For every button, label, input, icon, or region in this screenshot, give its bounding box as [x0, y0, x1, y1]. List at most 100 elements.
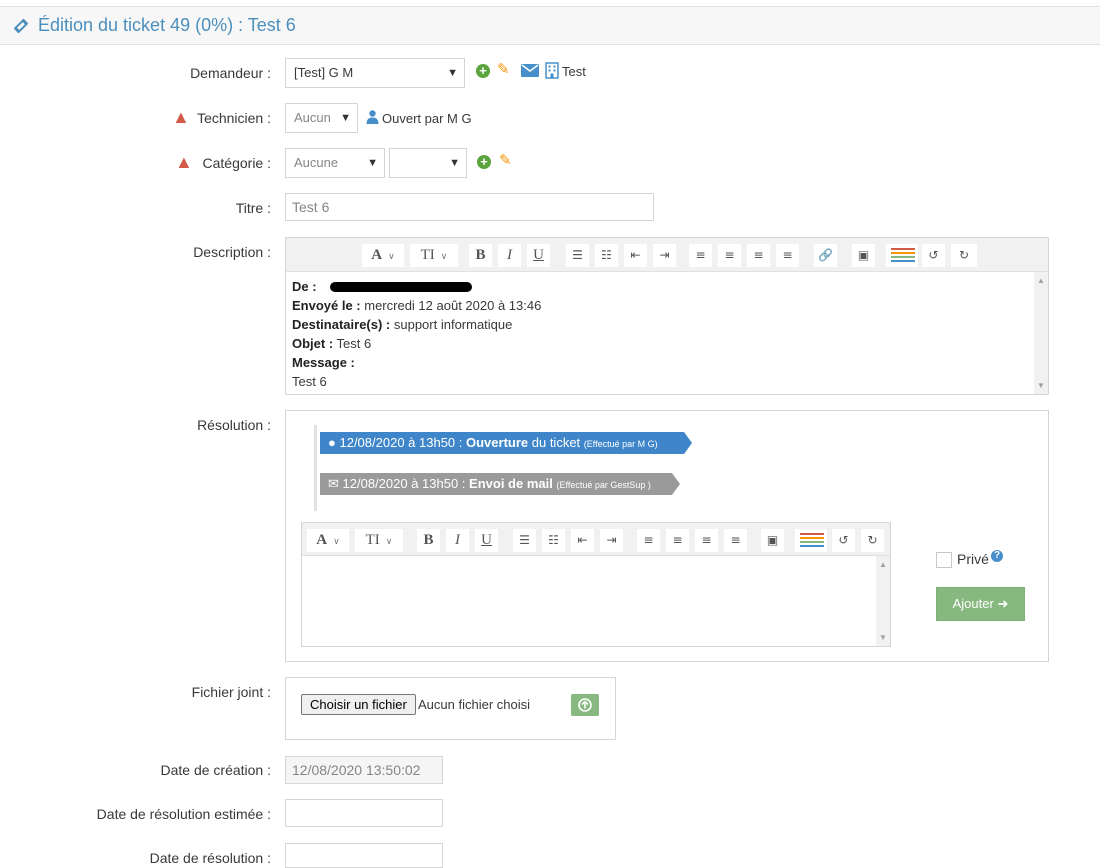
description-line: Message :: [292, 355, 355, 370]
fichier-label: Fichier joint :: [191, 684, 271, 700]
subcategorie-select[interactable]: ▼: [389, 148, 467, 178]
font-button[interactable]: A ∨: [361, 243, 405, 268]
description-toolbar: A ∨ TI ∨ B I U ☰ ☷ ⇤ ⇥ ≡ ≡ ≡ ≡ 🔗 ▣ ↺ ↻: [286, 238, 1048, 272]
ticket-icon: [13, 18, 29, 34]
justify-icon[interactable]: ≡: [723, 528, 748, 553]
underline-button[interactable]: U: [474, 528, 499, 553]
numbered-list-icon[interactable]: ☷: [541, 528, 566, 553]
resolution-scrollbar[interactable]: ▲ ▼: [876, 556, 890, 646]
mail-icon[interactable]: [521, 64, 539, 77]
arrow-right-icon: ➜: [997, 596, 1009, 611]
image-icon[interactable]: ▣: [760, 528, 785, 553]
scroll-down-icon[interactable]: ▼: [879, 633, 887, 642]
justify-icon[interactable]: ≡: [775, 243, 800, 268]
upload-button[interactable]: [571, 694, 599, 716]
align-center-icon[interactable]: ≡: [665, 528, 690, 553]
color-icon[interactable]: [794, 528, 828, 553]
file-upload-box: Choisir un fichier Aucun fichier choisi: [285, 677, 616, 740]
font-button[interactable]: A ∨: [306, 528, 350, 553]
description-scrollbar[interactable]: ▲ ▼: [1034, 272, 1048, 394]
align-left-icon[interactable]: ≡: [688, 243, 713, 268]
date-resolution-label: Date de résolution :: [149, 850, 271, 866]
private-label: Privé: [957, 551, 989, 567]
indent-icon[interactable]: ⇥: [652, 243, 677, 268]
technicien-select[interactable]: Aucun ▼: [285, 103, 358, 133]
color-icon[interactable]: [885, 243, 919, 268]
date-creation-input: 12/08/2020 13:50:02: [285, 756, 443, 784]
technicien-label: Technicien :: [197, 110, 271, 126]
titre-label: Titre :: [235, 200, 271, 216]
chevron-down-icon: ▼: [367, 157, 378, 169]
categorie-select[interactable]: Aucune ▼: [285, 148, 385, 178]
warning-icon: ▲: [172, 107, 190, 127]
building-icon[interactable]: [545, 62, 559, 79]
choose-file-button[interactable]: Choisir un fichier: [301, 694, 416, 715]
opened-by-text: Ouvert par M G: [382, 111, 472, 126]
font-size-button[interactable]: TI ∨: [354, 528, 404, 553]
chevron-down-icon: ▼: [447, 67, 458, 79]
align-right-icon[interactable]: ≡: [694, 528, 719, 553]
private-checkbox[interactable]: [936, 552, 952, 568]
add-button[interactable]: Ajouter ➜: [936, 587, 1025, 621]
help-icon[interactable]: ?: [991, 550, 1003, 562]
titre-input[interactable]: Test 6: [285, 193, 654, 221]
numbered-list-icon[interactable]: ☷: [594, 243, 619, 268]
bold-button[interactable]: B: [468, 243, 493, 268]
redo-icon[interactable]: ↻: [950, 243, 978, 268]
indent-icon[interactable]: ⇥: [599, 528, 624, 553]
align-left-icon[interactable]: ≡: [636, 528, 661, 553]
categorie-label: Catégorie :: [202, 155, 271, 171]
description-line: Test 6: [292, 374, 327, 389]
outdent-icon[interactable]: ⇤: [623, 243, 648, 268]
italic-button[interactable]: I: [445, 528, 470, 553]
underline-button[interactable]: U: [526, 243, 551, 268]
timeline-event-mail: ✉ 12/08/2020 à 13h50 : Envoi de mail (Ef…: [320, 473, 680, 495]
date-resolution-estimee-input[interactable]: [285, 799, 443, 827]
description-line: Envoyé le : mercredi 12 août 2020 à 13:4…: [292, 298, 542, 313]
italic-button[interactable]: I: [497, 243, 522, 268]
image-icon[interactable]: ▣: [851, 243, 876, 268]
date-resolution-input[interactable]: [285, 843, 443, 868]
date-resolution-estimee-label: Date de résolution estimée :: [96, 806, 271, 822]
font-size-button[interactable]: TI ∨: [409, 243, 459, 268]
resolution-editor: A ∨ TI ∨ B I U ☰ ☷ ⇤ ⇥ ≡ ≡ ≡ ≡ ▣ ↺ ↻ ▲ ▼: [301, 522, 891, 647]
description-editor: A ∨ TI ∨ B I U ☰ ☷ ⇤ ⇥ ≡ ≡ ≡ ≡ 🔗 ▣ ↺ ↻ De …: [285, 237, 1049, 395]
demandeur-value: [Test] G M: [294, 65, 354, 80]
add-user-icon[interactable]: +: [476, 64, 490, 78]
undo-icon[interactable]: ↺: [921, 243, 946, 268]
bold-button[interactable]: B: [416, 528, 441, 553]
edit-user-icon[interactable]: ✎: [497, 62, 510, 77]
align-center-icon[interactable]: ≡: [717, 243, 742, 268]
page-title: Édition du ticket 49 (0%) : Test 6: [38, 15, 296, 35]
timeline-line: [314, 425, 317, 511]
demandeur-label: Demandeur :: [190, 65, 271, 81]
scroll-up-icon[interactable]: ▲: [879, 560, 887, 569]
envelope-icon: ✉: [328, 476, 339, 491]
resolution-panel: ● 12/08/2020 à 13h50 : Ouverture du tick…: [285, 410, 1049, 662]
scroll-down-icon[interactable]: ▼: [1037, 381, 1045, 390]
chevron-down-icon: ▼: [340, 112, 351, 124]
add-category-icon[interactable]: +: [477, 155, 491, 169]
redo-icon[interactable]: ↻: [860, 528, 885, 553]
bullet-list-icon[interactable]: ☰: [565, 243, 590, 268]
upload-icon: [578, 698, 592, 712]
circle-icon: ●: [328, 435, 336, 450]
redacted-sender: [330, 282, 472, 292]
bullet-list-icon[interactable]: ☰: [512, 528, 537, 553]
categorie-value: Aucune: [294, 155, 339, 170]
timeline-event-open: ● 12/08/2020 à 13h50 : Ouverture du tick…: [320, 432, 692, 454]
link-icon[interactable]: 🔗: [813, 243, 838, 268]
edit-category-icon[interactable]: ✎: [499, 153, 512, 168]
undo-icon[interactable]: ↺: [831, 528, 856, 553]
description-label: Description :: [193, 244, 271, 260]
outdent-icon[interactable]: ⇤: [570, 528, 595, 553]
resolution-content[interactable]: [302, 556, 876, 646]
date-creation-label: Date de création :: [160, 762, 271, 778]
description-content[interactable]: De : Envoyé le : mercredi 12 août 2020 à…: [286, 272, 1034, 394]
demandeur-select[interactable]: [Test] G M ▼: [285, 58, 465, 88]
align-right-icon[interactable]: ≡: [746, 243, 771, 268]
resolution-toolbar: A ∨ TI ∨ B I U ☰ ☷ ⇤ ⇥ ≡ ≡ ≡ ≡ ▣ ↺ ↻: [302, 523, 890, 556]
description-line: Objet : Test 6: [292, 336, 372, 351]
building-label: Test: [562, 64, 586, 79]
scroll-up-icon[interactable]: ▲: [1037, 276, 1045, 285]
